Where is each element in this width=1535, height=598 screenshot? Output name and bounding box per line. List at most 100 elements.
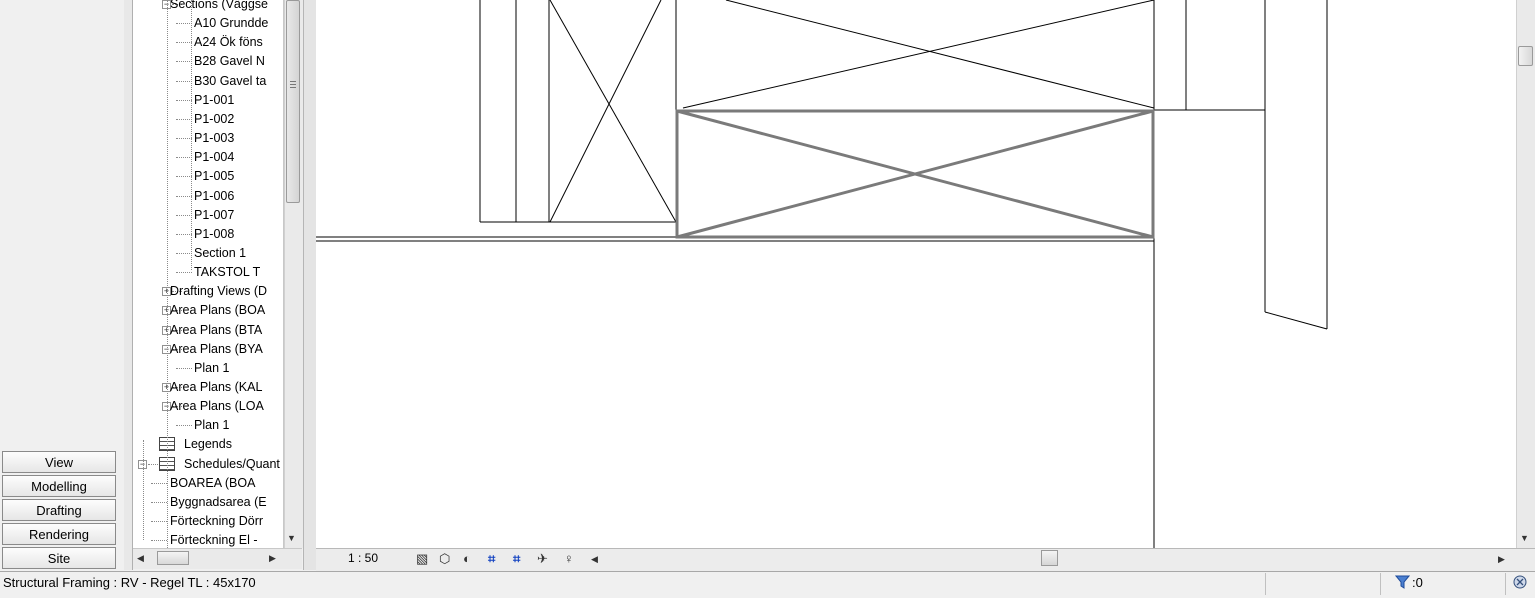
section-drawing[interactable] (316, 0, 1516, 548)
temporary-hide-icon[interactable]: ✈ (537, 551, 548, 567)
tree-item-label: Drafting Views (D (170, 284, 268, 299)
tab-site[interactable]: Site (2, 547, 116, 569)
tree-item-label: P1-004 (194, 150, 235, 165)
tree-connector (176, 214, 192, 216)
cross-line (549, 0, 677, 223)
tab-modelling[interactable]: Modelling (2, 475, 116, 497)
tree-item[interactable]: − Schedules/Quant (133, 455, 283, 474)
tree-connector (176, 42, 192, 44)
tree-item[interactable]: − Area Plans (BYA (133, 340, 283, 359)
tree-item[interactable]: P1-008 (133, 225, 283, 244)
filter-icon[interactable] (1394, 574, 1411, 593)
tree-item-label: Sections (Väggse (170, 0, 268, 11)
tree-item[interactable]: P1-001 (133, 91, 283, 110)
crop-view-icon[interactable]: ⌗ (488, 551, 495, 567)
tree-connector (176, 176, 192, 178)
browser-hscroll-thumb[interactable] (157, 551, 189, 565)
tree-item-label: BOAREA (BOA (170, 475, 256, 490)
scroll-down-arrow-icon[interactable]: ▼ (287, 533, 296, 543)
tree-item-label: Förteckning El - (170, 533, 258, 548)
browser-horizontal-scrollbar[interactable]: ◀ ▶ (133, 548, 302, 569)
tree-guide-line (143, 440, 144, 540)
tree-item[interactable]: P1-002 (133, 110, 283, 129)
view-scale[interactable]: 1 : 50 (348, 551, 378, 565)
tree-item[interactable]: Byggnadsarea (E (133, 493, 283, 512)
worksharing-icon[interactable] (1512, 574, 1529, 594)
cross-line (725, 0, 1155, 109)
tree-item[interactable]: Plan 1 (133, 359, 283, 378)
canvas-vertical-scrollbar[interactable] (1516, 0, 1535, 548)
crop-region-icon[interactable]: ⌗ (513, 551, 520, 567)
tree-item[interactable]: A10 Grundde (133, 14, 283, 33)
tree-item[interactable]: − Area Plans (LOA (133, 397, 283, 416)
canvas-scroll-thumb[interactable] (1518, 46, 1533, 66)
selected-beam (675, 109, 1155, 239)
tree-item-label: Legends (184, 437, 232, 452)
detail-level-icon[interactable]: ▧ (416, 551, 428, 567)
tab-drafting[interactable]: Drafting (2, 499, 116, 521)
tree-item[interactable]: B28 Gavel N (133, 52, 283, 71)
tree-item-label: P1-006 (194, 188, 235, 203)
tree-item[interactable]: P1-006 (133, 187, 283, 206)
tree-item-label: A24 Ök föns (194, 35, 263, 50)
tree-item-label: Area Plans (BYA (170, 341, 263, 356)
canvas-scroll-right-icon[interactable]: ▶ (1498, 554, 1505, 565)
tree-item-label: B30 Gavel ta (194, 73, 267, 88)
tree-item[interactable]: + Drafting Views (D (133, 282, 283, 301)
tree-item[interactable]: + Area Plans (BOA (133, 301, 283, 320)
tree-item[interactable]: + Area Plans (BTA (133, 321, 283, 340)
tree-item[interactable]: − Sections (Väggse (133, 0, 283, 14)
tree-item[interactable]: P1-003 (133, 129, 283, 148)
panel-separator[interactable] (124, 0, 133, 570)
tree-item-label: Förteckning Dörr (170, 514, 264, 529)
tree-item-label: P1-001 (194, 92, 235, 107)
tree-item-label: P1-008 (194, 226, 235, 241)
tree-item[interactable]: P1-007 (133, 206, 283, 225)
tree-item-label: Plan 1 (194, 360, 230, 375)
tree-guide-line (167, 0, 168, 548)
tree-item-label: Area Plans (KAL (170, 380, 263, 394)
tree-item[interactable]: P1-005 (133, 167, 283, 186)
tree-connector (151, 482, 167, 484)
tree-item[interactable]: Section 1 (133, 244, 283, 263)
tree-connector (176, 118, 192, 120)
tree-connector (176, 272, 192, 274)
tree-item[interactable]: BOAREA (BOA (133, 474, 283, 493)
view-control-bar (316, 548, 1535, 571)
lightbulb-icon[interactable]: ♀ (564, 551, 574, 566)
tree-item[interactable]: Plan 1 (133, 416, 283, 435)
tree-item-label: P1-002 (194, 111, 235, 126)
tree-item[interactable]: TAKSTOL T (133, 263, 283, 282)
shadows-icon[interactable]: ◐ (463, 551, 471, 566)
canvas-hscroll-thumb[interactable] (1041, 550, 1058, 566)
design-bar: View Modelling Drafting Rendering Site (0, 0, 125, 570)
tree-item[interactable]: Förteckning El - (133, 531, 283, 548)
tree-item[interactable]: Förteckning Dörr (133, 512, 283, 531)
scroll-left-arrow-icon[interactable]: ◀ (137, 553, 144, 564)
tree-item-label: P1-003 (194, 131, 235, 146)
tree-item[interactable]: A24 Ök föns (133, 33, 283, 52)
tree-item-label: B28 Gavel N (194, 54, 265, 69)
tree-connector (148, 463, 158, 465)
tree-item[interactable]: P1-004 (133, 148, 283, 167)
tree-guide-line (191, 0, 192, 270)
canvas-scroll-left-icon[interactable]: ◀ (591, 554, 598, 565)
model-graphics-style-icon[interactable]: ⬡ (439, 551, 450, 567)
tree-item-label: Byggnadsarea (E (170, 494, 267, 509)
tree-connector (176, 157, 192, 159)
tab-rendering[interactable]: Rendering (2, 523, 116, 545)
browser-splitter[interactable] (303, 0, 317, 570)
tree-item-label: Area Plans (BOA (170, 303, 266, 318)
tab-view[interactable]: View (2, 451, 116, 473)
tree-item[interactable]: Legends (133, 435, 283, 454)
tree-item[interactable]: B30 Gavel ta (133, 72, 283, 91)
tree-item-label: Section 1 (194, 245, 247, 260)
tree-connector (176, 425, 192, 427)
browser-scroll-thumb[interactable] (286, 0, 300, 203)
drawing-area[interactable] (316, 0, 1516, 548)
tree-item[interactable]: + Area Plans (KAL (133, 378, 283, 397)
canvas-scroll-down-icon[interactable]: ▼ (1520, 533, 1529, 543)
tree-item-label: TAKSTOL T (194, 265, 261, 280)
scroll-right-arrow-icon[interactable]: ▶ (269, 553, 276, 564)
status-text: Structural Framing : RV - Regel TL : 45x… (3, 575, 256, 590)
